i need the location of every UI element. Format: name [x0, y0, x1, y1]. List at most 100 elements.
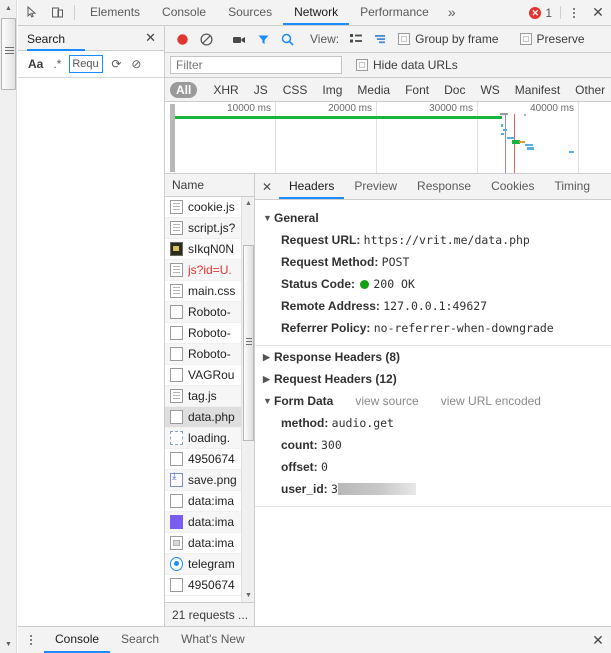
waterfall-view-icon[interactable] [368, 27, 392, 51]
group-by-frame-checkbox[interactable]: Group by frame [392, 32, 504, 46]
close-details-icon[interactable]: ✕ [255, 174, 279, 199]
form-data-section-header[interactable]: ▼ Form Data view source view URL encoded [255, 390, 611, 412]
drawer-menu-icon[interactable] [18, 627, 44, 653]
form-data-key: method: [281, 416, 332, 430]
overview-tick-label: 40000 ms [530, 103, 574, 114]
general-row-key: Request URL: [281, 233, 364, 247]
type-filter-other[interactable]: Other [569, 82, 611, 98]
refresh-icon[interactable]: ⟳ [106, 54, 126, 74]
bottom-drawer: Console Search What's New ✕ [18, 626, 611, 653]
request-name: data:ima [188, 536, 235, 550]
request-scroll-down-arrow[interactable]: ▼ [242, 589, 255, 602]
search-results-area [18, 78, 164, 626]
tab-sources[interactable]: Sources [217, 0, 283, 25]
type-filter-media[interactable]: Media [351, 82, 396, 98]
page-scrollbar[interactable]: ▲ ▼ [0, 0, 17, 653]
inspect-element-icon[interactable] [18, 0, 44, 25]
request-scroll-thumb[interactable] [243, 245, 254, 441]
tab-performance[interactable]: Performance [349, 0, 440, 25]
preserve-log-checkbox[interactable]: Preserve [514, 32, 591, 46]
tab-headers[interactable]: Headers [279, 174, 345, 199]
scrollbar-down-arrow[interactable]: ▼ [0, 636, 17, 653]
hide-data-urls-checkbox[interactable]: Hide data URLs [356, 58, 458, 72]
clear-icon[interactable] [194, 27, 218, 51]
more-tabs-button[interactable]: » [440, 0, 464, 25]
general-row: Request Method: POST [255, 251, 611, 273]
match-case-icon[interactable]: Aa [23, 54, 48, 74]
view-url-encoded-link[interactable]: view URL encoded [441, 394, 541, 408]
search-sidebar-title: Search [27, 26, 85, 51]
overview-event [501, 133, 504, 135]
general-section-header[interactable]: ▼ General [255, 207, 611, 229]
device-toolbar-icon[interactable] [44, 0, 70, 25]
record-icon[interactable] [170, 27, 194, 51]
filter-icon[interactable] [251, 27, 275, 51]
search-query-input[interactable] [69, 55, 104, 73]
type-filter-xhr[interactable]: XHR [207, 82, 244, 98]
devtools-window: ▲ ▼ Elements Console Sources Network Per… [0, 0, 611, 653]
form-data-key: count: [281, 438, 321, 452]
scrollbar-up-arrow[interactable]: ▲ [0, 0, 17, 17]
form-data-row: offset: 0 [255, 456, 611, 478]
request-list-scrollbar[interactable]: ▲ ▼ [241, 197, 254, 602]
error-icon: ✕ [529, 6, 542, 19]
network-overview-timeline[interactable]: 10000 ms 20000 ms 30000 ms 40000 ms [165, 102, 611, 174]
close-devtools-icon[interactable]: ✕ [585, 0, 611, 25]
devtools-menu-icon[interactable] [563, 0, 585, 25]
request-type-icon [170, 410, 183, 424]
form-data-value: 0 [321, 460, 328, 474]
tab-timing[interactable]: Timing [544, 174, 600, 199]
tab-cookies[interactable]: Cookies [481, 174, 544, 199]
tab-preview[interactable]: Preview [344, 174, 407, 199]
request-scroll-up-arrow[interactable]: ▲ [242, 197, 255, 210]
request-list-header[interactable]: Name [165, 174, 254, 197]
request-name: tag.js [188, 389, 217, 403]
drawer-tab-search[interactable]: Search [110, 627, 170, 653]
view-source-link[interactable]: view source [355, 394, 418, 408]
error-count-badge[interactable]: ✕ 1 [523, 0, 558, 25]
request-name: Roboto- [188, 347, 231, 361]
type-filter-font[interactable]: Font [399, 82, 435, 98]
network-type-filters: All XHR JS CSS Img Media Font Doc WS Manifest Othe… [165, 78, 611, 102]
tab-network[interactable]: Network [283, 0, 350, 25]
type-filter-js[interactable]: JS [248, 82, 274, 98]
request-headers-section-header[interactable]: ▶ Request Headers (12) [255, 368, 611, 390]
devtools-body: Search ✕ Aa .* ⟳ ⊘ [18, 26, 611, 626]
tab-response[interactable]: Response [407, 174, 481, 199]
details-tabstrip: ✕ Headers Preview Response Cookies Timin… [255, 174, 611, 200]
close-drawer-icon[interactable]: ✕ [585, 627, 611, 653]
request-name: save.png [188, 473, 237, 487]
list-view-icon[interactable] [344, 27, 368, 51]
response-headers-section-header[interactable]: ▶ Response Headers (8) [255, 346, 611, 368]
tab-console[interactable]: Console [151, 0, 217, 25]
request-list-pane: Name cookie.js script.js? sIkqN0N js?id=U. m… [165, 174, 255, 626]
overview-event [519, 141, 525, 143]
search-icon[interactable] [275, 27, 299, 51]
type-filter-ws[interactable]: WS [474, 82, 505, 98]
overview-tick: 10000 ms [175, 102, 276, 173]
type-filter-doc[interactable]: Doc [438, 82, 471, 98]
type-filter-all[interactable]: All [170, 81, 198, 98]
type-filter-img[interactable]: Img [316, 82, 348, 98]
overview-event [501, 124, 503, 127]
type-filter-manifest[interactable]: Manifest [509, 82, 566, 98]
request-details-pane: ✕ Headers Preview Response Cookies Timin… [255, 174, 611, 626]
clear-search-icon[interactable]: ⊘ [126, 54, 146, 74]
chevron-down-icon: ▼ [263, 396, 272, 406]
drawer-tab-whats-new[interactable]: What's New [170, 627, 256, 653]
regex-icon[interactable]: .* [48, 54, 66, 74]
devtools-panel: Elements Console Sources Network Perform… [18, 0, 611, 653]
view-label: View: [310, 32, 340, 46]
type-filter-css[interactable]: CSS [277, 82, 314, 98]
form-data-row: user_id: 3 [255, 478, 611, 500]
scrollbar-thumb[interactable] [1, 18, 16, 90]
request-type-icon [170, 368, 183, 382]
search-sidebar-close-icon[interactable]: ✕ [141, 30, 160, 46]
drawer-tab-console[interactable]: Console [44, 627, 111, 653]
filter-input[interactable] [170, 56, 342, 74]
tab-elements[interactable]: Elements [79, 0, 151, 25]
camera-icon[interactable] [227, 27, 251, 51]
request-name: data.php [188, 410, 235, 424]
error-count-label: 1 [545, 5, 552, 20]
general-row-value: 127.0.0.1:49627 [383, 299, 488, 313]
